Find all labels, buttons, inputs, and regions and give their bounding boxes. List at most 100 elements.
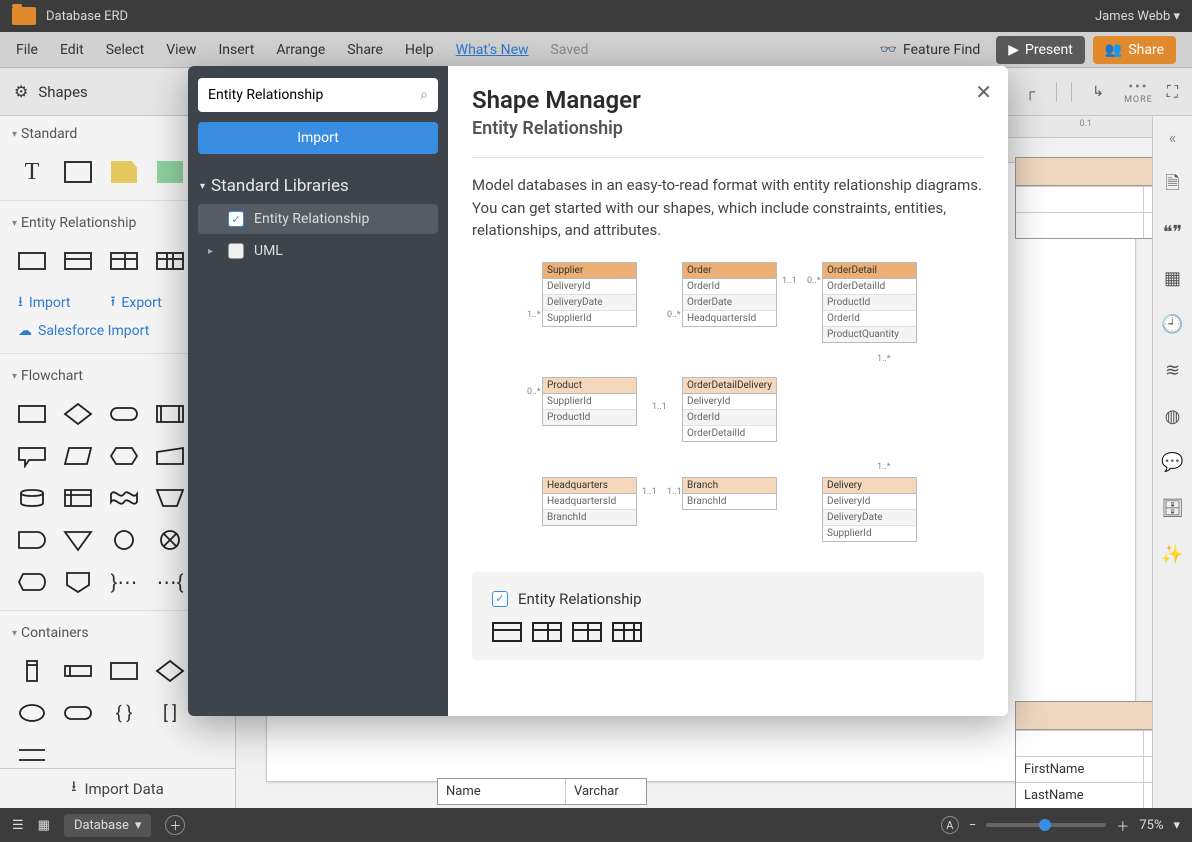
add-page-button[interactable]: ＋ [165, 815, 185, 835]
status-bar: ☰ ▦ Database▾ ＋ A − ＋ 75% ▾ [0, 808, 1192, 842]
fc-tape[interactable] [108, 484, 140, 512]
connector-icon[interactable]: ↳ [1086, 80, 1110, 104]
ct-2[interactable] [62, 657, 94, 685]
entity-card[interactable]: Integer Varchar [1015, 157, 1152, 239]
fc-hex[interactable] [108, 442, 140, 470]
fc-delay[interactable] [16, 526, 48, 554]
fc-diamond[interactable] [62, 400, 94, 428]
export-link[interactable]: ⭱Export [111, 291, 162, 315]
shapes-label: Shapes [38, 83, 87, 101]
modal-title: Shape Manager [472, 86, 984, 114]
er-shape-2[interactable] [62, 247, 94, 275]
collapse-right-icon[interactable]: « [1169, 122, 1177, 152]
checkbox-on-icon[interactable] [228, 211, 244, 227]
menu-share[interactable]: Share [347, 42, 383, 58]
accessibility-icon[interactable]: A [941, 816, 959, 834]
layers-icon[interactable]: ≋ [1161, 358, 1185, 382]
ct-1[interactable] [16, 657, 48, 685]
page-selector[interactable]: Database▾ [64, 814, 151, 837]
share-button[interactable]: 👥 Share [1093, 36, 1176, 64]
fc-rect[interactable] [16, 400, 48, 428]
enable-library-panel: Entity Relationship [472, 572, 984, 660]
fc-connector[interactable] [108, 526, 140, 554]
data-icon[interactable]: 🗄 [1161, 496, 1185, 520]
comment-icon[interactable]: ❝❞ [1161, 220, 1185, 244]
shape-manager-main: ✕ Shape Manager Entity Relationship Mode… [448, 66, 1008, 716]
ct-4[interactable] [154, 657, 186, 685]
chat-icon[interactable]: 💬 [1161, 450, 1185, 474]
zoom-in-button[interactable]: ＋ [1116, 816, 1129, 835]
fc-summing[interactable] [154, 526, 186, 554]
import-link[interactable]: ⭳Import [18, 291, 71, 315]
history-icon[interactable]: 🕘 [1161, 312, 1185, 336]
ct-7[interactable]: { } [108, 699, 140, 727]
checkbox-off-icon[interactable] [228, 243, 244, 259]
tree-item-uml[interactable]: ▸ UML [198, 236, 438, 266]
fc-display[interactable] [16, 568, 48, 596]
zoom-out-button[interactable]: − [969, 818, 976, 833]
stepper-icon[interactable] [1056, 82, 1072, 102]
fc-brace-right[interactable]: }⋯ [108, 568, 140, 596]
fc-callout[interactable] [16, 442, 48, 470]
menu-arrange[interactable]: Arrange [276, 42, 325, 58]
fc-predefined[interactable] [154, 400, 186, 428]
fc-terminator[interactable] [108, 400, 140, 428]
ct-5[interactable] [16, 699, 48, 727]
er-shape-3[interactable] [108, 247, 140, 275]
entity-card[interactable]: Integer FirstNameVarchar LastNameVarchar [1015, 701, 1152, 808]
ct-3[interactable] [108, 657, 140, 685]
ct-8[interactable]: [ ] [154, 699, 186, 727]
ct-6[interactable] [62, 699, 94, 727]
tree-item-entity-relationship[interactable]: Entity Relationship [198, 204, 438, 234]
er-shape-4[interactable] [154, 247, 186, 275]
fc-database[interactable] [16, 484, 48, 512]
fc-offpage[interactable] [62, 568, 94, 596]
entity-card[interactable]: NameVarchar [437, 778, 647, 805]
menu-help[interactable]: Help [405, 42, 434, 58]
menu-select[interactable]: Select [106, 42, 144, 58]
zoom-slider[interactable] [986, 823, 1106, 827]
er-shape-1[interactable] [16, 247, 48, 275]
fc-data[interactable] [62, 442, 94, 470]
magic-icon[interactable]: ✨ [1161, 542, 1185, 566]
fc-manual-input[interactable] [154, 442, 186, 470]
block-shape[interactable] [154, 158, 186, 186]
ct-9[interactable] [16, 741, 48, 769]
fullscreen-icon[interactable]: ⛶ [1167, 82, 1178, 102]
fc-merge[interactable] [62, 526, 94, 554]
grid-view-icon[interactable]: ▦ [38, 818, 50, 833]
title-bar: Database ERD James Webb ▾ [0, 0, 1192, 32]
more-button[interactable]: •••MORE [1124, 79, 1153, 105]
zoom-value[interactable]: 75% [1139, 818, 1163, 833]
menu-view[interactable]: View [166, 42, 196, 58]
text-shape[interactable]: T [16, 158, 48, 186]
menu-edit[interactable]: Edit [60, 42, 84, 58]
note-shape[interactable] [108, 158, 140, 186]
shape-search-input[interactable] [208, 87, 420, 103]
menu-file[interactable]: File [16, 42, 38, 58]
feature-find[interactable]: 👓 Feature Find [880, 42, 981, 58]
fc-internal-storage[interactable] [62, 484, 94, 512]
line-style-icon[interactable]: ┌ [1018, 80, 1042, 104]
menu-bar: File Edit Select View Insert Arrange Sha… [0, 32, 1192, 68]
tree-standard-libraries[interactable]: Standard Libraries [200, 176, 436, 196]
fill-icon[interactable]: ◍ [1161, 404, 1185, 428]
zoom-menu-icon[interactable]: ▾ [1173, 818, 1180, 833]
gear-icon[interactable]: ⚙ [14, 82, 28, 101]
document-icon[interactable]: 🗎 [1161, 174, 1185, 198]
import-data-button[interactable]: ⭳ Import Data [0, 768, 235, 808]
people-icon: 👥 [1105, 42, 1122, 58]
present-button[interactable]: ▶ Present [996, 36, 1085, 64]
fc-brace-left[interactable]: ⋯{ [154, 568, 186, 596]
fc-manual-op[interactable] [154, 484, 186, 512]
shape-search[interactable]: ⌕ [198, 78, 438, 112]
import-shapes-button[interactable]: Import [198, 122, 438, 154]
user-menu[interactable]: James Webb ▾ [1095, 9, 1180, 24]
menu-whats-new[interactable]: What's New [456, 42, 529, 58]
close-icon[interactable]: ✕ [975, 80, 992, 104]
rect-shape[interactable] [62, 158, 94, 186]
list-view-icon[interactable]: ☰ [12, 818, 24, 833]
presentation-icon[interactable]: ▦ [1161, 266, 1185, 290]
enable-checkbox[interactable] [492, 591, 508, 607]
menu-insert[interactable]: Insert [218, 42, 254, 58]
